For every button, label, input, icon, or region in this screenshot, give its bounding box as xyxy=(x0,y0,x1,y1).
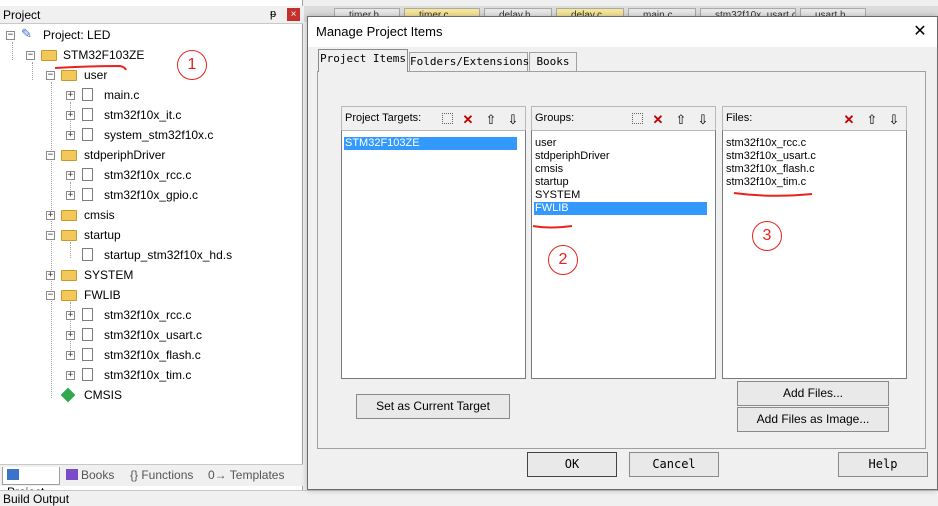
tab-project-items[interactable]: Project Items xyxy=(318,49,408,72)
annotation-underlines xyxy=(54,64,813,229)
